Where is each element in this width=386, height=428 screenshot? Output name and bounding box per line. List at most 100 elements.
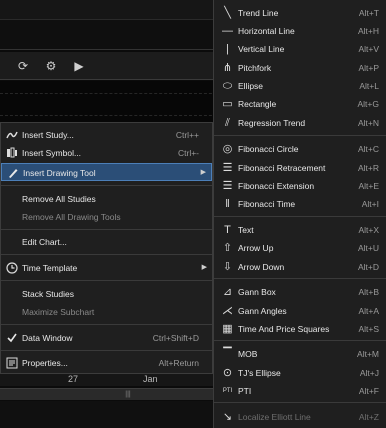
submenu-item-label: Time And Price Squares (238, 324, 330, 334)
menu-separator (214, 402, 386, 403)
menu-item-label: Maximize Subchart (22, 307, 95, 317)
submenu-item-label: Arrow Up (238, 243, 274, 253)
submenu-item-mob[interactable]: ▔ MOB Alt+M (214, 345, 386, 363)
submenu-item-label: Vertical Line (238, 44, 285, 54)
fibonacci-time-icon: ‖ (225, 198, 230, 210)
drawing-tool-icon (7, 167, 19, 179)
settings-icon[interactable]: ⚙ (42, 57, 60, 75)
axis-label: 27 (68, 374, 79, 384)
menu-separator (214, 216, 386, 217)
menu-item-label: Properties... (22, 358, 68, 368)
submenu-item-label: MOB (238, 349, 258, 359)
menu-item-shortcut: Ctrl+- (177, 148, 199, 158)
submenu-item-fibonacci-retracement[interactable]: ☰ Fibonacci Retracement Alt+R (214, 159, 386, 177)
submenu-arrow-icon: ▶ (200, 169, 206, 176)
submenu-item-gann-angles[interactable]: ⋌ Gann Angles Alt+A (214, 302, 386, 320)
tj-ellipse-icon: ⊙ (222, 367, 233, 379)
menu-item-stack-studies[interactable]: Stack Studies (1, 285, 212, 303)
submenu-item-shortcut: Alt+D (357, 262, 379, 272)
arrow-up-icon: ⇧ (222, 242, 233, 254)
submenu-item-time-price-squares[interactable]: ▦ Time And Price Squares Alt+S (214, 320, 386, 338)
submenu-item-horizontal-line[interactable]: — Horizontal Line Alt+H (214, 22, 386, 40)
menu-item-label: Remove All Studies (22, 194, 96, 204)
submenu-item-pti[interactable]: PTI PTI Alt+F (214, 382, 386, 400)
submenu-item-label: Pitchfork (238, 63, 272, 73)
submenu-item-label: Localize Elliott Line (238, 412, 311, 422)
regression-trend-icon: ⫽ (225, 117, 230, 129)
elliott-line-icon: ↘ (222, 411, 233, 423)
menu-item-label: Edit Chart... (22, 237, 67, 247)
menu-item-insert-drawing-tool[interactable]: Insert Drawing Tool ▶ (1, 163, 212, 181)
menu-item-time-template[interactable]: Time Template ▶ (1, 259, 212, 277)
refresh-icon[interactable]: ⟳ (14, 57, 32, 75)
submenu-item-label: Regression Trend (238, 118, 306, 128)
time-price-squares-icon: ▦ (222, 323, 233, 335)
submenu-item-shortcut: Alt+P (358, 63, 379, 73)
submenu-item-fibonacci-extension[interactable]: ☰ Fibonacci Extension Alt+E (214, 177, 386, 195)
fibonacci-extension-icon: ☰ (222, 180, 233, 192)
menu-item-data-window[interactable]: Data Window Ctrl+Shift+D (1, 329, 212, 347)
fibonacci-circle-icon: ◎ (222, 143, 233, 155)
menu-item-maximize-subchart: Maximize Subchart (1, 303, 212, 321)
submenu-item-label: Gann Box (238, 287, 276, 297)
properties-icon (6, 357, 18, 369)
menu-separator (214, 278, 386, 279)
submenu-item-pitchfork[interactable]: ⋔ Pitchfork Alt+P (214, 59, 386, 77)
submenu-item-tj-ellipse[interactable]: ⊙ TJ's Ellipse Alt+J (214, 364, 386, 382)
scroll-thumb[interactable]: ||| (118, 391, 138, 399)
menu-separator (1, 280, 212, 281)
submenu-item-arrow-up[interactable]: ⇧ Arrow Up Alt+U (214, 239, 386, 257)
submenu-item-regression-trend[interactable]: ⫽ Regression Trend Alt+N (214, 114, 386, 132)
submenu-item-shortcut: Alt+I (361, 199, 379, 209)
axis-label: Jan (143, 374, 158, 384)
submenu-item-shortcut: Alt+Z (358, 412, 379, 422)
check-icon (6, 332, 18, 344)
menu-item-insert-symbol[interactable]: Insert Symbol... Ctrl+- (1, 144, 212, 162)
menu-item-label: Insert Study... (22, 130, 74, 140)
vertical-line-icon: | (226, 43, 229, 55)
submenu-item-ellipse[interactable]: ⬭ Ellipse Alt+L (214, 77, 386, 95)
submenu-item-shortcut: Alt+C (357, 144, 379, 154)
submenu-item-shortcut: Alt+U (357, 243, 379, 253)
submenu-item-shortcut: Alt+N (357, 118, 379, 128)
menu-separator (1, 350, 212, 351)
menu-item-label: Remove All Drawing Tools (22, 212, 121, 222)
submenu-item-label: Ellipse (238, 81, 264, 91)
drawing-tools-submenu: ╲ Trend Line Alt+T — Horizontal Line Alt+H | Ve… (213, 0, 386, 428)
submenu-arrow-icon: ▶ (201, 264, 207, 271)
submenu-item-arrow-down[interactable]: ⇩ Arrow Down Alt+D (214, 258, 386, 276)
menu-item-label: Insert Drawing Tool (23, 168, 96, 178)
menu-item-label: Stack Studies (22, 289, 74, 299)
mob-icon: ▔ (223, 348, 232, 360)
submenu-item-gann-box[interactable]: ⊿ Gann Box Alt+B (214, 283, 386, 301)
submenu-item-label: PTI (238, 386, 252, 396)
submenu-item-trend-line[interactable]: ╲ Trend Line Alt+T (214, 4, 386, 22)
submenu-item-label: Rectangle (238, 99, 277, 109)
submenu-item-label: Fibonacci Circle (238, 144, 299, 154)
menu-separator (1, 254, 212, 255)
play-icon[interactable]: ▶ (70, 57, 88, 75)
menu-item-shortcut: Ctrl+Shift+D (152, 333, 199, 343)
fibonacci-retracement-icon: ☰ (222, 162, 233, 174)
submenu-item-fibonacci-circle[interactable]: ◎ Fibonacci Circle Alt+C (214, 140, 386, 158)
submenu-item-shortcut: Alt+B (358, 287, 379, 297)
submenu-item-elliott-line: ↘ Localize Elliott Line Alt+Z (214, 408, 386, 426)
submenu-item-text[interactable]: T Text Alt+X (214, 221, 386, 239)
submenu-item-fibonacci-time[interactable]: ‖ Fibonacci Time Alt+I (214, 195, 386, 213)
text-icon: T (224, 224, 231, 236)
menu-separator (214, 135, 386, 136)
menu-separator (1, 324, 212, 325)
submenu-item-shortcut: Alt+S (358, 324, 379, 334)
menu-item-edit-chart[interactable]: Edit Chart... (1, 233, 212, 251)
pti-icon: PTI (222, 388, 233, 394)
submenu-item-shortcut: Alt+A (358, 306, 379, 316)
menu-separator (1, 229, 212, 230)
submenu-item-rectangle[interactable]: ▭ Rectangle Alt+G (214, 95, 386, 113)
menu-item-remove-all-studies[interactable]: Remove All Studies (1, 190, 212, 208)
horizontal-line-icon: — (222, 25, 233, 37)
menu-item-label: Insert Symbol... (22, 148, 82, 158)
menu-item-label: Time Template (22, 263, 78, 273)
menu-item-properties[interactable]: Properties... Alt+Return (1, 354, 212, 372)
submenu-item-vertical-line[interactable]: | Vertical Line Alt+V (214, 40, 386, 58)
menu-item-insert-study[interactable]: Insert Study... Ctrl++ (1, 126, 212, 144)
